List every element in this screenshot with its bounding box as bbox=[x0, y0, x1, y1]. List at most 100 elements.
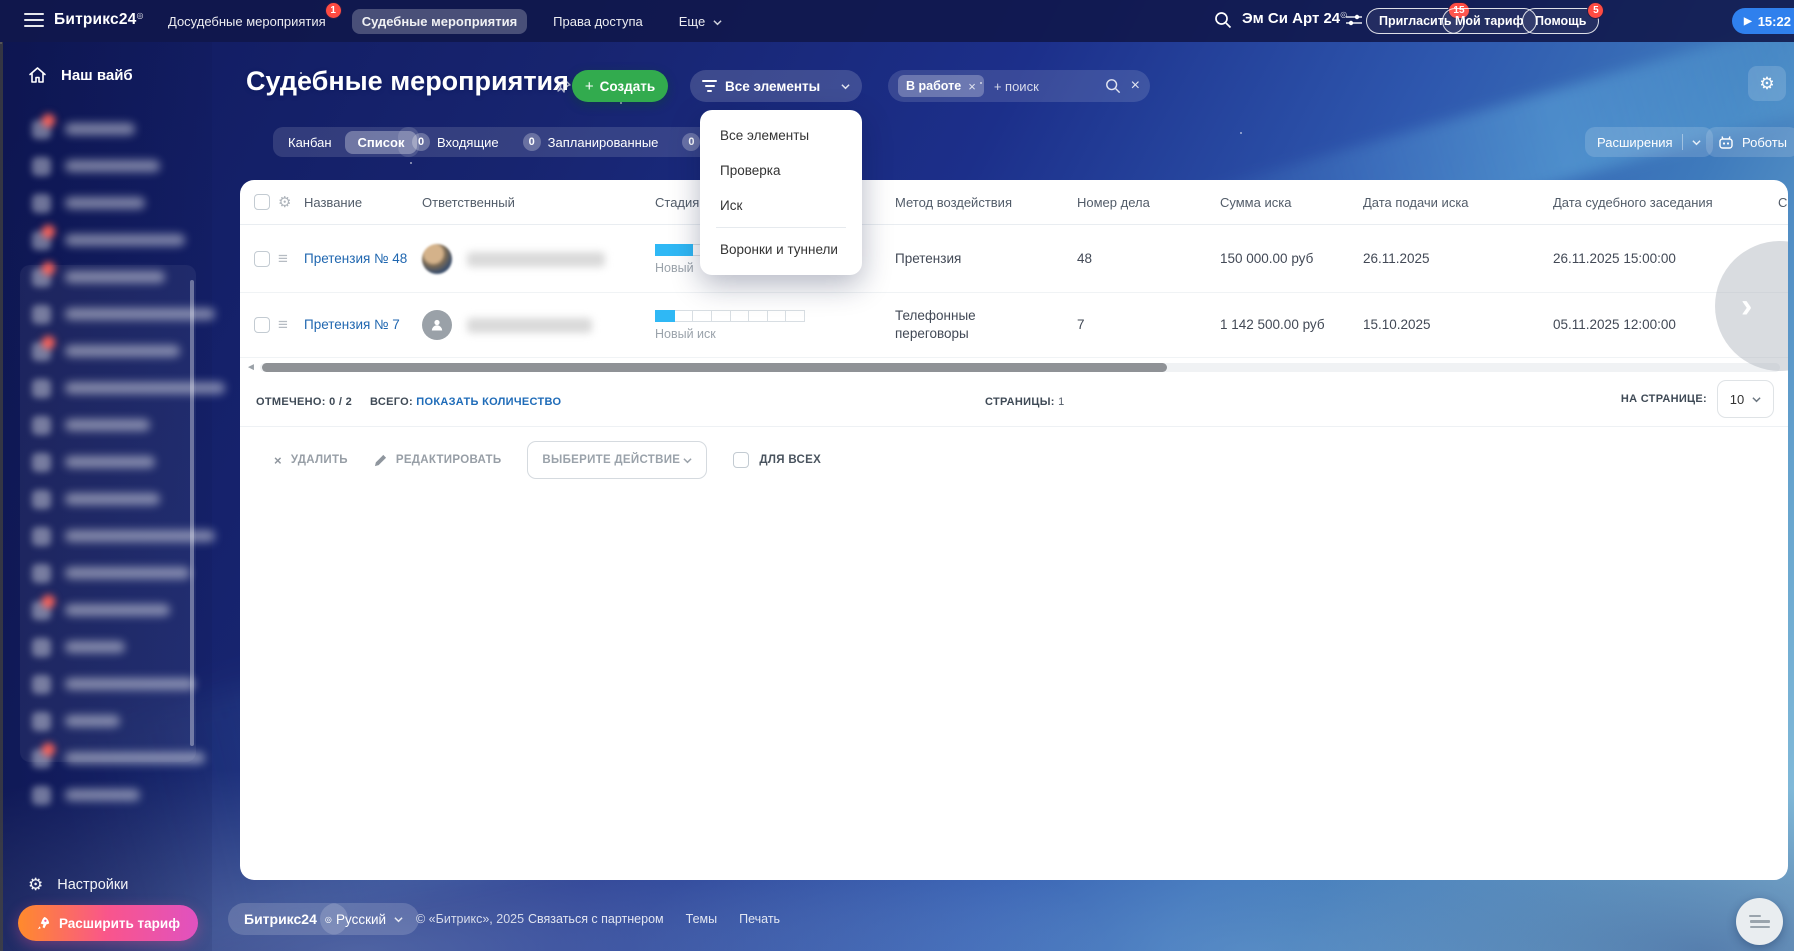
table-row[interactable]: ≡ Претензия № 7 Новый иск Телефонные пер… bbox=[240, 293, 1788, 358]
filter-search-bar[interactable]: В работе × + поиск × bbox=[888, 70, 1150, 102]
footer-link-print[interactable]: Печать bbox=[739, 912, 780, 926]
blurred-label bbox=[65, 678, 195, 690]
per-page-select[interactable]: 10 bbox=[1717, 380, 1774, 418]
select-all-checkbox[interactable] bbox=[254, 194, 270, 210]
edit-button[interactable]: РЕДАКТИРОВАТЬ bbox=[374, 454, 502, 467]
footer-link-partner[interactable]: Связаться с партнером bbox=[528, 912, 664, 926]
sidebar-item-blurred[interactable] bbox=[32, 524, 215, 548]
search-placeholder[interactable]: + поиск bbox=[994, 79, 1039, 94]
footer-link-themes[interactable]: Темы bbox=[686, 912, 717, 926]
dropdown-item-funnels-tunnels[interactable]: Воронки и туннели bbox=[700, 232, 862, 267]
table-row[interactable]: ≡ Претензия № 48 Новый Претензия 48 150 … bbox=[240, 226, 1788, 293]
sidebar-item-blurred[interactable] bbox=[32, 265, 165, 289]
funnel-filter-button[interactable]: Все элементы bbox=[690, 70, 862, 102]
sidebar-item-blurred[interactable] bbox=[32, 561, 190, 585]
column-header-name[interactable]: Название bbox=[304, 195, 422, 210]
blurred-label bbox=[65, 160, 160, 172]
sidebar-item-blurred[interactable] bbox=[32, 487, 160, 511]
column-header-method[interactable]: Метод воздействия bbox=[895, 195, 1077, 210]
counter-planned[interactable]: 0 Запланированные bbox=[523, 133, 659, 151]
sidebar-item-blurred[interactable] bbox=[32, 672, 195, 696]
scroll-left-arrow-icon[interactable]: ◄ bbox=[246, 362, 256, 373]
row-checkbox[interactable] bbox=[254, 317, 270, 333]
column-header-responsible[interactable]: Ответственный bbox=[422, 195, 655, 210]
language-select[interactable]: Русский bbox=[320, 903, 419, 935]
sidebar-item-blurred[interactable] bbox=[32, 635, 125, 659]
filter-tag-in-progress[interactable]: В работе × bbox=[898, 75, 984, 97]
timer-button[interactable]: ▶ 15:22 bbox=[1732, 8, 1794, 34]
sidebar-item-blurred[interactable] bbox=[32, 339, 180, 363]
choose-action-select[interactable]: ВЫБЕРИТЕ ДЕЙСТВИЕ bbox=[527, 441, 707, 479]
bitrix24-app: Битрикс24◎ Досудебные мероприятия1 Судеб… bbox=[0, 0, 1794, 951]
sidebar-item-blurred[interactable] bbox=[32, 413, 150, 437]
dropdown-item-all-elements[interactable]: Все элементы bbox=[700, 118, 862, 153]
sliders-icon[interactable] bbox=[1346, 13, 1362, 27]
column-header-hearing-date[interactable]: Дата судебного заседания bbox=[1553, 195, 1778, 210]
tab-label: Досудебные мероприятия bbox=[168, 14, 326, 29]
row-menu-icon[interactable]: ≡ bbox=[278, 249, 304, 269]
sidebar-item-blurred[interactable] bbox=[32, 154, 160, 178]
plus-icon: + bbox=[585, 78, 594, 95]
sidebar-item-blurred[interactable] bbox=[32, 746, 205, 770]
sidebar-item-blurred[interactable] bbox=[32, 598, 170, 622]
sidebar-item-blurred[interactable] bbox=[32, 450, 155, 474]
extensions-button[interactable]: Расширения bbox=[1585, 127, 1713, 157]
column-header-filing-date[interactable]: Дата подачи иска bbox=[1363, 195, 1553, 210]
feedback-widget-button[interactable] bbox=[1736, 898, 1783, 945]
sidebar-item-blurred[interactable] bbox=[32, 376, 225, 400]
portal-name[interactable]: Эм Си Арт 24◎ bbox=[1242, 10, 1347, 27]
robots-button[interactable]: Роботы bbox=[1706, 127, 1794, 157]
sidebar-item-blurred[interactable] bbox=[32, 709, 120, 733]
sidebar-item-blurred[interactable] bbox=[32, 228, 185, 252]
column-header-clipped[interactable]: С bbox=[1778, 195, 1788, 210]
tariff-label: Мой тариф bbox=[1455, 14, 1524, 28]
tab-more[interactable]: Еще bbox=[669, 9, 732, 34]
dropdown-item-isk[interactable]: Иск bbox=[700, 188, 862, 223]
column-settings-gear-icon[interactable]: ⚙ bbox=[278, 193, 304, 211]
dropdown-item-proverka[interactable]: Проверка bbox=[700, 153, 862, 188]
sidebar-item-blurred[interactable] bbox=[32, 117, 135, 141]
remove-filter-icon[interactable]: × bbox=[968, 79, 976, 94]
blurred-icon bbox=[32, 416, 51, 435]
row-checkbox[interactable] bbox=[254, 251, 270, 267]
delete-button[interactable]: × УДАЛИТЬ bbox=[274, 453, 348, 468]
search-placeholder-text: поиск bbox=[1005, 79, 1039, 94]
app-logo[interactable]: Битрикс24◎ bbox=[54, 11, 144, 29]
sidebar-item-blurred[interactable] bbox=[32, 302, 215, 326]
upgrade-tariff-button[interactable]: Расширить тариф bbox=[18, 905, 198, 941]
row-menu-icon[interactable]: ≡ bbox=[278, 315, 304, 335]
divider bbox=[716, 227, 846, 228]
tab-dosudebnye[interactable]: Досудебные мероприятия1 bbox=[158, 9, 336, 34]
view-kanban[interactable]: Канбан bbox=[275, 131, 345, 154]
row-name-link[interactable]: Претензия № 48 bbox=[304, 250, 422, 268]
for-all-checkbox-row[interactable]: ДЛЯ ВСЕХ bbox=[733, 452, 821, 468]
claim-amount-cell: 1 142 500.00 руб bbox=[1220, 316, 1363, 334]
search-icon[interactable] bbox=[1214, 11, 1232, 29]
counter-incoming[interactable]: 0 Входящие bbox=[412, 133, 499, 151]
sidebar-item-blurred[interactable] bbox=[32, 783, 140, 807]
hamburger-menu-icon[interactable] bbox=[24, 13, 44, 29]
logo-text: Битрикс24 bbox=[54, 11, 136, 28]
create-button[interactable]: + Создать bbox=[572, 70, 668, 102]
sidebar-item-settings[interactable]: ⚙ Настройки bbox=[28, 875, 128, 895]
pin-icon[interactable] bbox=[556, 78, 572, 94]
show-count-link[interactable]: ПОКАЗАТЬ КОЛИЧЕСТВО bbox=[416, 396, 561, 408]
scrollbar-thumb[interactable] bbox=[262, 363, 1167, 372]
tab-sudebnye[interactable]: Судебные мероприятия bbox=[352, 9, 527, 34]
sidebar-item-home[interactable]: Наш вайб bbox=[28, 66, 133, 84]
grid-settings-gear-button[interactable]: ⚙ bbox=[1748, 66, 1786, 101]
tab-prava-dostupa[interactable]: Права доступа bbox=[543, 9, 653, 34]
column-header-claim-amount[interactable]: Сумма иска bbox=[1220, 195, 1363, 210]
clear-search-icon[interactable]: × bbox=[1131, 77, 1140, 95]
search-magnifier-icon[interactable] bbox=[1105, 78, 1121, 94]
column-header-case-number[interactable]: Номер дела bbox=[1077, 195, 1220, 210]
sidebar-settings-label: Настройки bbox=[57, 877, 128, 893]
blurred-label bbox=[65, 123, 135, 135]
logo-mark: ◎ bbox=[136, 11, 143, 20]
sidebar-item-blurred[interactable] bbox=[32, 191, 145, 215]
stage-progress-bar[interactable] bbox=[655, 310, 805, 322]
row-name-link[interactable]: Претензия № 7 bbox=[304, 316, 422, 334]
for-all-checkbox[interactable] bbox=[733, 452, 749, 468]
help-button[interactable]: Помощь 5 bbox=[1522, 8, 1599, 34]
scrollbar-track[interactable] bbox=[260, 363, 1780, 372]
